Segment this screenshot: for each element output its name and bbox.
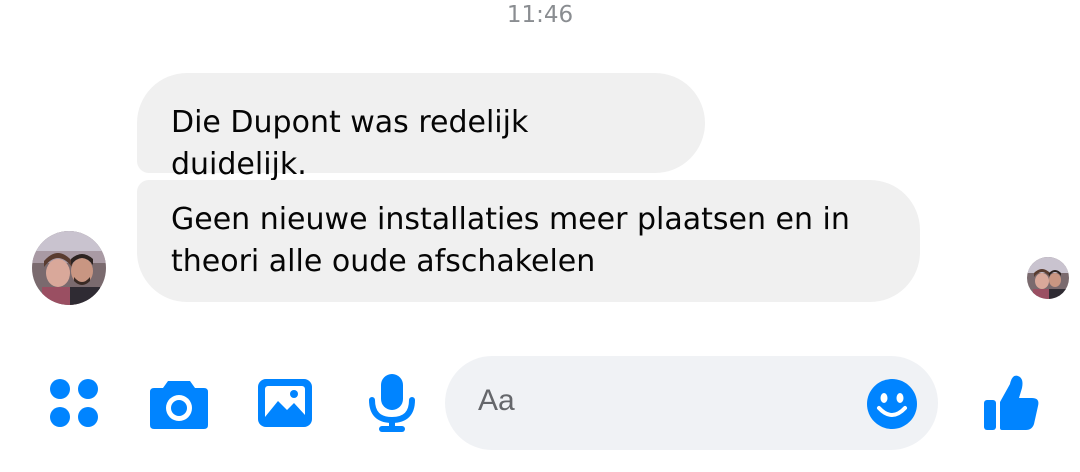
- message-bubble[interactable]: Geen nieuwe installaties meer plaatsen e…: [137, 180, 920, 302]
- camera-icon[interactable]: [148, 375, 210, 431]
- message-input-placeholder: Aa: [478, 384, 515, 417]
- seen-avatar: [1027, 257, 1069, 299]
- message-text: Die Dupont was redelijk duidelijk.: [171, 105, 529, 182]
- message-text: Geen nieuwe installaties meer plaatsen e…: [171, 202, 850, 279]
- message-timestamp: 11:46: [506, 2, 574, 28]
- menu-icon[interactable]: [46, 375, 102, 431]
- avatar-photo: [32, 231, 106, 305]
- sender-avatar[interactable]: [32, 231, 106, 305]
- microphone-icon[interactable]: [364, 372, 420, 434]
- emoji-icon[interactable]: [866, 378, 918, 430]
- gallery-icon[interactable]: [256, 375, 314, 431]
- avatar-photo: [1027, 257, 1069, 299]
- thumbs-up-icon[interactable]: [980, 372, 1042, 434]
- message-input[interactable]: Aa: [445, 356, 938, 450]
- message-bubble[interactable]: Die Dupont was redelijk duidelijk.: [137, 73, 705, 182]
